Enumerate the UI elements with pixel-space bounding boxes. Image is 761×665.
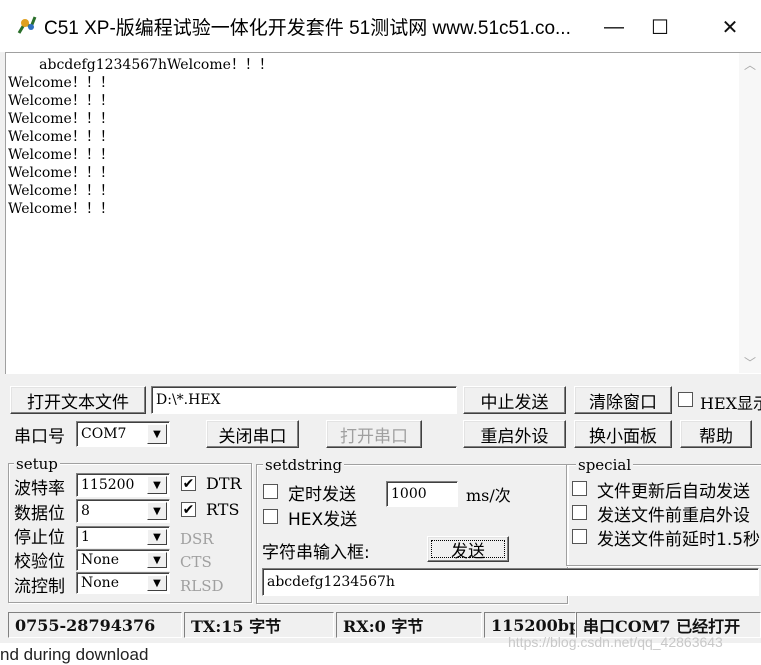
hex-send-label: HEX发送 bbox=[288, 510, 358, 530]
baud-label: 波特率 bbox=[14, 479, 65, 499]
timed-send-label: 定时发送 bbox=[288, 485, 356, 505]
maximize-button[interactable]: ☐ bbox=[636, 8, 684, 46]
minimize-button[interactable]: — bbox=[590, 8, 638, 46]
flow-control-select[interactable]: None ▼ bbox=[76, 572, 170, 594]
receive-text: abcdefg1234567hWelcome！！！ Welcome！！！ Wel… bbox=[8, 57, 273, 217]
baud-select[interactable]: 115200 ▼ bbox=[76, 473, 170, 497]
hex-display-checkbox[interactable] bbox=[678, 392, 693, 407]
rts-label: RTS bbox=[206, 500, 240, 519]
hex-display-label: HEX显示 bbox=[700, 394, 761, 413]
chevron-down-icon[interactable]: ▼ bbox=[147, 424, 167, 444]
databits-value: 8 bbox=[81, 503, 90, 519]
rlsd-indicator: RLSD bbox=[180, 577, 224, 595]
chevron-down-icon[interactable]: ▼ bbox=[147, 529, 167, 545]
port-select[interactable]: COM7 ▼ bbox=[76, 421, 170, 447]
stopbits-value: 1 bbox=[81, 529, 90, 545]
dsr-indicator: DSR bbox=[180, 530, 214, 548]
setup-group-title: setup bbox=[14, 455, 60, 473]
open-file-button[interactable]: 打开文本文件 bbox=[10, 386, 146, 414]
flow-control-value: None bbox=[81, 575, 119, 591]
restart-before-send-checkbox[interactable] bbox=[572, 505, 587, 520]
parity-label: 校验位 bbox=[14, 552, 65, 572]
interval-unit: ms/次 bbox=[466, 486, 511, 505]
string-input[interactable]: abcdefg1234567h bbox=[262, 568, 759, 596]
chevron-down-icon[interactable]: ▼ bbox=[147, 502, 167, 520]
close-port-button[interactable]: 关闭串口 bbox=[206, 420, 299, 448]
setdstring-group-title: setdstring bbox=[263, 456, 345, 474]
background-text: nd during download bbox=[0, 645, 149, 664]
delay-before-send-checkbox[interactable] bbox=[572, 529, 587, 544]
timed-send-checkbox[interactable] bbox=[263, 484, 278, 499]
app-icon bbox=[16, 14, 38, 36]
scroll-up-arrow-icon[interactable]: ︿ bbox=[741, 56, 759, 74]
stopbits-label: 停止位 bbox=[14, 528, 65, 548]
port-value: COM7 bbox=[81, 426, 127, 442]
send-button[interactable]: 发送 bbox=[427, 536, 509, 562]
window-title: C51 XP-版编程试验一体化开发套件 51测试网 www.51c51.co..… bbox=[44, 18, 571, 39]
special-group-title: special bbox=[576, 456, 634, 474]
databits-label: 数据位 bbox=[14, 504, 65, 524]
vertical-scrollbar[interactable] bbox=[739, 53, 761, 373]
parity-select[interactable]: None ▼ bbox=[76, 549, 170, 571]
stopbits-select[interactable]: 1 ▼ bbox=[76, 526, 170, 548]
watermark: https://blog.csdn.net/qq_42863643 bbox=[508, 634, 723, 650]
status-tx-count: TX:15 字节 bbox=[184, 612, 334, 638]
chevron-down-icon[interactable]: ▼ bbox=[147, 476, 167, 494]
string-input-label: 字符串输入框: bbox=[262, 543, 370, 563]
parity-value: None bbox=[81, 552, 119, 568]
hex-send-checkbox[interactable] bbox=[263, 509, 278, 524]
baud-value: 115200 bbox=[81, 477, 135, 493]
dtr-label: DTR bbox=[206, 474, 242, 493]
close-button[interactable]: ✕ bbox=[706, 8, 754, 46]
delay-before-send-label: 发送文件前延时1.5秒 bbox=[597, 530, 761, 550]
help-button[interactable]: 帮助 bbox=[680, 420, 752, 448]
file-path-input[interactable]: D:\*.HEX bbox=[151, 386, 457, 414]
chevron-down-icon[interactable]: ▼ bbox=[147, 552, 167, 568]
restart-before-send-label: 发送文件前重启外设 bbox=[597, 506, 750, 526]
cts-indicator: CTS bbox=[180, 553, 212, 571]
stop-send-button[interactable]: 中止发送 bbox=[463, 386, 566, 414]
rts-checkbox[interactable]: ✔ bbox=[181, 502, 196, 517]
dtr-checkbox[interactable]: ✔ bbox=[181, 476, 196, 491]
auto-send-label: 文件更新后自动发送 bbox=[597, 482, 750, 502]
scroll-down-arrow-icon[interactable]: ﹀ bbox=[741, 354, 759, 372]
auto-send-checkbox[interactable] bbox=[572, 481, 587, 496]
chevron-down-icon[interactable]: ▼ bbox=[147, 575, 167, 591]
restart-device-button[interactable]: 重启外设 bbox=[463, 420, 566, 448]
databits-select[interactable]: 8 ▼ bbox=[76, 499, 170, 523]
status-phone: 0755-28794376 bbox=[8, 612, 182, 638]
switch-panel-button[interactable]: 换小面板 bbox=[574, 420, 672, 448]
flow-control-label: 流控制 bbox=[14, 577, 65, 597]
port-label: 串口号 bbox=[14, 427, 65, 447]
clear-window-button[interactable]: 清除窗口 bbox=[574, 386, 672, 414]
status-rx-count: RX:0 字节 bbox=[336, 612, 482, 638]
open-port-button[interactable]: 打开串口 bbox=[326, 420, 422, 448]
interval-input[interactable]: 1000 bbox=[386, 481, 458, 507]
